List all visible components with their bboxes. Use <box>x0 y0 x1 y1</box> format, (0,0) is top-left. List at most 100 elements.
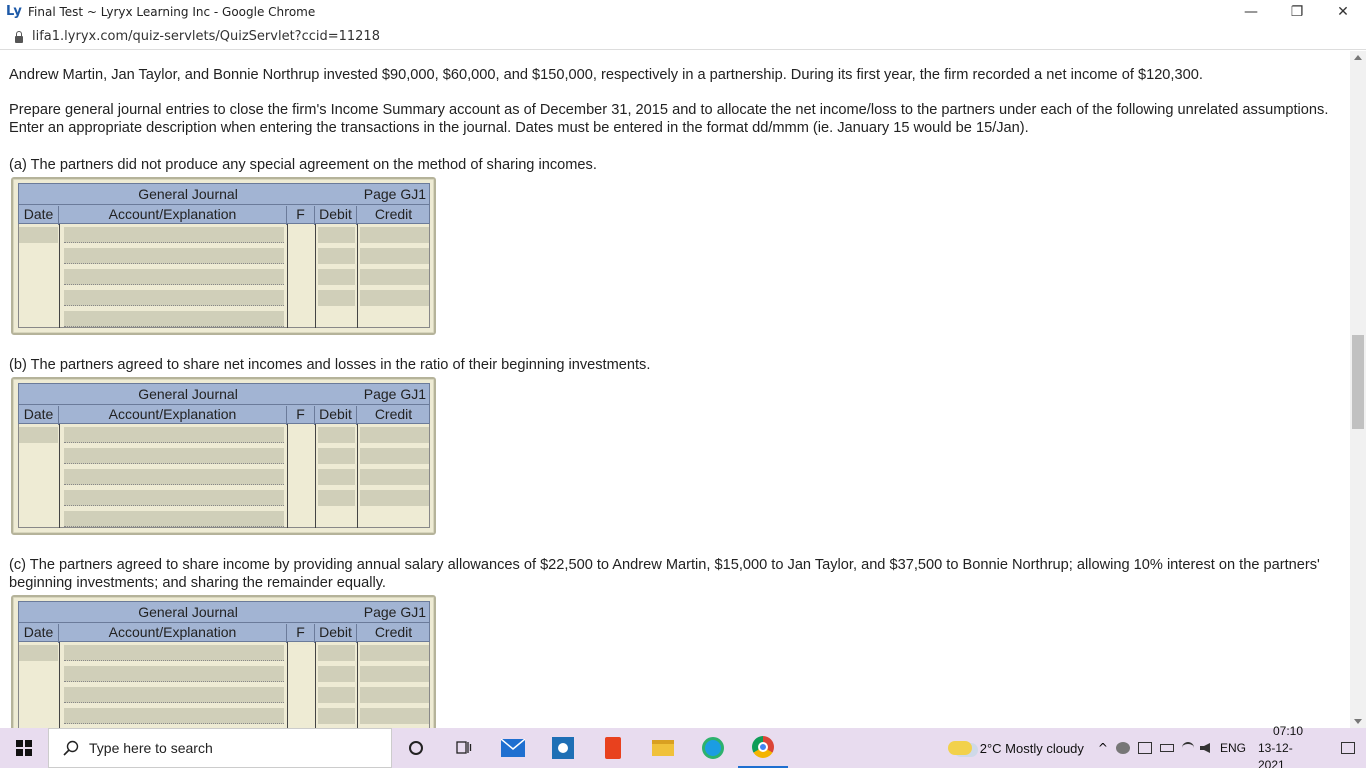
scrollbar-thumb[interactable] <box>1352 335 1364 429</box>
col-f: F <box>287 624 315 643</box>
credit-input[interactable] <box>360 290 429 306</box>
taskbar: Type here to search 2°C Mostly cloudy ^ … <box>0 724 1366 768</box>
credit-input[interactable] <box>360 248 429 264</box>
col-account: Account/Explanation <box>59 624 287 643</box>
debit-input[interactable] <box>318 427 355 443</box>
col-account: Account/Explanation <box>59 406 287 425</box>
col-debit: Debit <box>315 206 357 225</box>
window-controls: — ❐ ✕ <box>1228 0 1366 24</box>
browser-title-bar: Ly Final Test ~ Lyryx Learning Inc - Goo… <box>0 0 1366 24</box>
lock-icon[interactable] <box>14 30 24 43</box>
store-icon[interactable] <box>538 728 588 768</box>
windows-start-icon[interactable] <box>0 728 48 768</box>
url-text[interactable]: lifa1.lyryx.com/quiz-servlets/QuizServle… <box>32 29 380 44</box>
tray-chevron-icon[interactable]: ^ <box>1098 741 1108 755</box>
search-icon <box>63 740 79 756</box>
address-bar[interactable]: lifa1.lyryx.com/quiz-servlets/QuizServle… <box>0 24 1366 50</box>
credit-input[interactable] <box>360 666 429 682</box>
debit-input[interactable] <box>318 227 355 243</box>
journal-header: General Journal Page GJ1 Date Account/Expla… <box>18 183 430 225</box>
restore-button[interactable]: ❐ <box>1274 0 1320 24</box>
debit-input[interactable] <box>318 290 355 306</box>
column-divider <box>287 642 288 728</box>
account-input[interactable] <box>64 248 284 264</box>
taskbar-search-box[interactable]: Type here to search <box>48 728 392 768</box>
debit-input[interactable] <box>318 645 355 661</box>
debit-input[interactable] <box>318 469 355 485</box>
account-input[interactable] <box>64 448 284 464</box>
journal-body <box>18 642 430 728</box>
col-f: F <box>287 406 315 425</box>
journal-column-headers: Date Account/Explanation F Debit Credit <box>19 622 429 643</box>
office-icon[interactable] <box>588 728 638 768</box>
account-input[interactable] <box>64 227 284 243</box>
account-input[interactable] <box>64 666 284 682</box>
question-instructions: Prepare general journal entries to close… <box>9 102 1329 136</box>
network-alert-icon[interactable] <box>1115 742 1130 754</box>
account-input[interactable] <box>64 311 284 327</box>
account-input[interactable] <box>64 469 284 485</box>
account-input[interactable] <box>64 490 284 506</box>
file-explorer-icon[interactable] <box>638 728 688 768</box>
debit-input[interactable] <box>318 687 355 703</box>
account-input[interactable] <box>64 269 284 285</box>
chrome-icon[interactable] <box>738 728 788 768</box>
credit-input[interactable] <box>360 469 429 485</box>
debit-input[interactable] <box>318 248 355 264</box>
scroll-down-icon[interactable] <box>1354 719 1362 724</box>
journal-body <box>18 424 430 528</box>
debit-input[interactable] <box>318 708 355 724</box>
account-input[interactable] <box>64 687 284 703</box>
credit-input[interactable] <box>360 448 429 464</box>
edge-icon[interactable] <box>688 728 738 768</box>
journal-page: Page GJ1 <box>363 186 426 202</box>
credit-input[interactable] <box>360 269 429 285</box>
notification-icon[interactable] <box>1330 728 1366 768</box>
battery-icon[interactable] <box>1159 744 1174 752</box>
weather-cloud-icon[interactable] <box>947 741 972 755</box>
weather-text[interactable]: 2°C Mostly cloudy <box>980 741 1084 756</box>
journal-header: General Journal Page GJ1 Date Account/Expla… <box>18 601 430 643</box>
credit-input[interactable] <box>360 427 429 443</box>
date-input[interactable] <box>19 645 58 661</box>
minimize-button[interactable]: — <box>1228 0 1274 24</box>
column-divider <box>315 642 316 728</box>
account-input[interactable] <box>64 427 284 443</box>
debit-input[interactable] <box>318 448 355 464</box>
column-divider <box>287 424 288 528</box>
wifi-icon[interactable] <box>1181 742 1194 754</box>
debit-input[interactable] <box>318 490 355 506</box>
mail-icon[interactable] <box>488 728 538 768</box>
debit-input[interactable] <box>318 666 355 682</box>
language-indicator[interactable]: ENG <box>1220 741 1246 755</box>
volume-icon[interactable] <box>1199 743 1210 753</box>
col-debit: Debit <box>315 624 357 643</box>
credit-input[interactable] <box>360 687 429 703</box>
date-input[interactable] <box>19 427 58 443</box>
date-input[interactable] <box>19 227 58 243</box>
col-credit: Credit <box>374 624 413 640</box>
credit-input[interactable] <box>360 708 429 724</box>
page-content: Andrew Martin, Jan Taylor, and Bonnie No… <box>0 51 1350 728</box>
col-date: Date <box>19 206 59 225</box>
journal-title: General Journal <box>138 604 238 620</box>
account-input[interactable] <box>64 645 284 661</box>
close-button[interactable]: ✕ <box>1320 0 1366 24</box>
journal-c: General Journal Page GJ1 Date Account/Expla… <box>11 595 436 728</box>
account-input[interactable] <box>64 290 284 306</box>
account-input[interactable] <box>64 708 284 724</box>
task-view-icon[interactable] <box>440 728 488 768</box>
column-divider <box>59 224 60 328</box>
credit-input[interactable] <box>360 645 429 661</box>
account-input[interactable] <box>64 511 284 527</box>
vertical-scrollbar[interactable] <box>1350 51 1366 728</box>
debit-input[interactable] <box>318 269 355 285</box>
credit-input[interactable] <box>360 490 429 506</box>
column-divider <box>315 424 316 528</box>
scroll-up-icon[interactable] <box>1354 55 1362 60</box>
credit-input[interactable] <box>360 227 429 243</box>
cortana-icon[interactable] <box>392 728 440 768</box>
window-title: Final Test ~ Lyryx Learning Inc - Google… <box>28 5 316 19</box>
clock[interactable]: 07:10 13-12-2021 <box>1258 723 1318 768</box>
meet-now-icon[interactable] <box>1137 742 1152 754</box>
